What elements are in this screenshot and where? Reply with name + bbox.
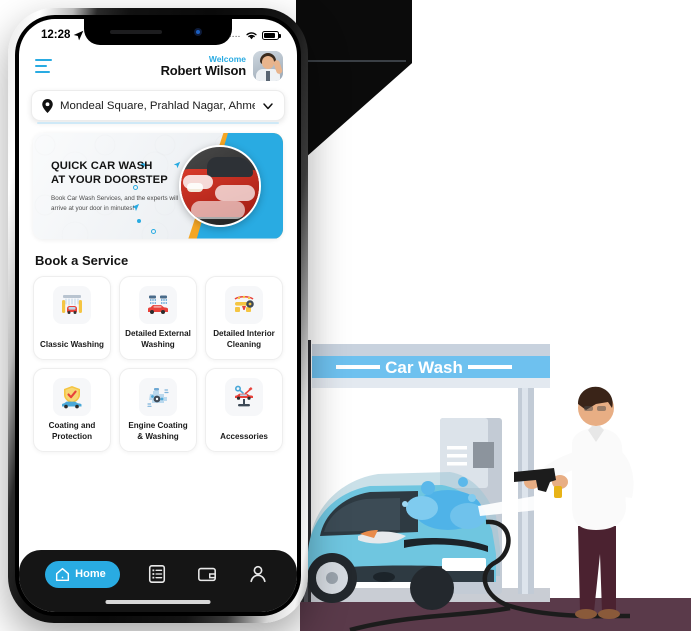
banner-title-line2: AT YOUR DOORSTEP [51, 173, 168, 186]
home-icon [56, 567, 70, 581]
user-profile-block[interactable]: Welcome Robert Wilson [161, 51, 283, 81]
nav-item-wallet[interactable] [194, 561, 220, 587]
service-card-classic-washing[interactable]: Classic Washing [33, 275, 111, 360]
wifi-icon [246, 32, 257, 40]
person-icon [250, 565, 266, 583]
background-car-wash-illustration: Car Wash [300, 340, 691, 631]
banner-car-photo [179, 144, 261, 227]
car-lift-tools-icon [225, 377, 263, 416]
hamburger-menu-icon[interactable] [35, 58, 52, 74]
user-name: Robert Wilson [160, 62, 247, 78]
phone-device-frame: 12:28 .... Welcome Robert Wilson Mondeal… [8, 8, 308, 623]
service-label: Detailed External Washing [125, 329, 191, 349]
background-wedge-line [300, 60, 406, 62]
banner-dot [151, 228, 156, 234]
service-card-coating-and-protection[interactable]: Coating and Protection [33, 367, 111, 452]
service-label: Accessories [220, 431, 268, 441]
service-label: Engine Coating & Washing [128, 421, 188, 441]
car-external-wash-icon [139, 285, 177, 324]
section-title-book-a-service: Book a Service [35, 252, 129, 268]
nav-home-label: Home [75, 568, 106, 580]
service-card-detailed-interior-cleaning[interactable]: Detailed Interior Cleaning [205, 275, 283, 360]
status-bar-left: 12:28 [41, 29, 84, 41]
nav-item-orders[interactable] [144, 561, 170, 587]
car-wash-tunnel-icon [53, 285, 91, 324]
location-value: Mondeal Square, Prahlad Nagar, Ahme... [60, 99, 255, 112]
wallet-icon [198, 567, 217, 582]
engine-gear-icon [139, 377, 177, 416]
chevron-down-icon[interactable] [262, 100, 274, 112]
app-header: Welcome Robert Wilson [19, 47, 297, 90]
car-wash-sign-text: Car Wash [385, 358, 463, 377]
location-arrow-icon [74, 30, 84, 40]
background-dark-wedge [296, 0, 412, 166]
list-checklist-icon [149, 565, 166, 583]
banner-subtitle: Book Car Wash Services, and the experts … [51, 195, 179, 212]
battery-icon [262, 30, 281, 40]
location-selector[interactable]: Mondeal Square, Prahlad Nagar, Ahme... [31, 90, 285, 121]
car-wash-scene-svg: Car Wash [300, 340, 691, 631]
service-label: Detailed Interior Cleaning [213, 329, 275, 349]
bottom-navigation-bar: Home [19, 550, 297, 612]
nav-item-home[interactable]: Home [45, 560, 120, 588]
service-label: Classic Washing [39, 339, 105, 349]
status-time: 12:28 [41, 29, 71, 41]
map-pin-icon [42, 98, 53, 113]
banner-text-block: QUICK CAR WASH AT YOUR DOORSTEP Book Car… [51, 159, 186, 214]
avatar[interactable] [253, 51, 283, 81]
status-bar: 12:28 .... [19, 19, 297, 47]
service-label: Coating and Protection [48, 421, 96, 441]
nav-item-profile[interactable] [245, 561, 271, 587]
service-card-accessories[interactable]: Accessories [205, 367, 283, 452]
signal-dots: .... [229, 31, 241, 39]
promo-banner[interactable]: QUICK CAR WASH AT YOUR DOORSTEP Book Car… [33, 132, 283, 239]
phone-bezel: 12:28 .... Welcome Robert Wilson Mondeal… [15, 15, 301, 616]
shield-car-protection-icon [53, 377, 91, 416]
screenshot-root: Car Wash 12:28 .... Welcome Robert Wilso… [0, 0, 691, 631]
service-card-detailed-external-washing[interactable]: Detailed External Washing [119, 275, 197, 360]
user-text: Welcome Robert Wilson [160, 54, 247, 78]
service-card-engine-coating-washing[interactable]: Engine Coating & Washing [119, 367, 197, 452]
home-indicator [105, 600, 211, 604]
banner-title-line1: QUICK CAR WASH [51, 159, 153, 172]
car-interior-clean-icon [225, 285, 263, 324]
services-grid: Classic Washing Detailed External Washin… [19, 275, 297, 452]
phone-screen: 12:28 .... Welcome Robert Wilson Mondeal… [19, 19, 297, 612]
banner-dot [137, 218, 141, 223]
location-underline [37, 122, 279, 124]
status-bar-right: .... [229, 30, 281, 40]
